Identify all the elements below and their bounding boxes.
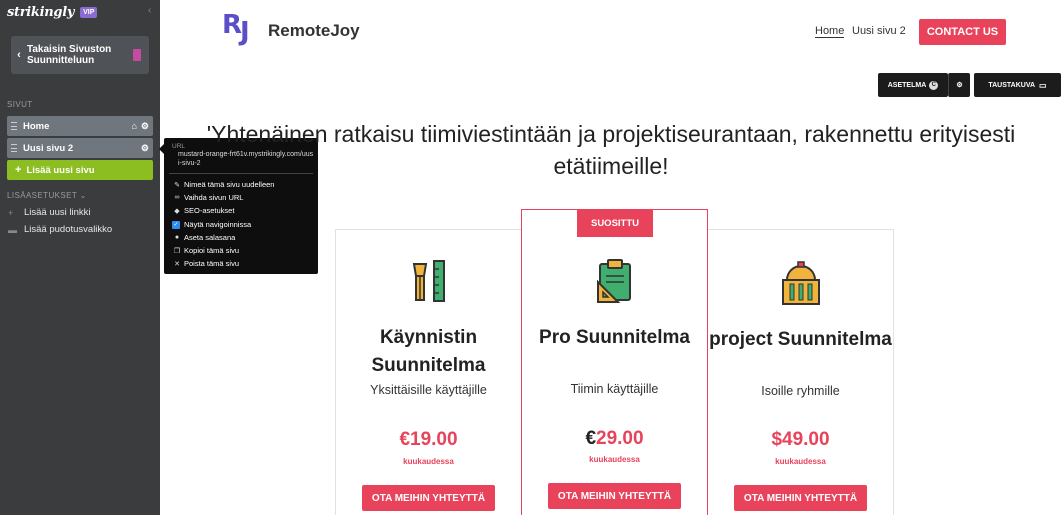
app: strikingly VIP ‹ ‹ Takaisin Sivuston Suu… (0, 0, 1061, 515)
checkbox-checked-icon[interactable]: ✓ (172, 220, 180, 229)
pricing-card-project: project Suunnitelma Isoille ryhmille $49… (707, 229, 894, 515)
menu-label: Aseta salasana (184, 233, 236, 242)
gear-icon[interactable]: ⚙ (948, 73, 970, 97)
plan-price: €29.00 (522, 428, 707, 450)
menu-item-seo[interactable]: ◆ SEO-asetukset (172, 204, 234, 217)
menu-item-duplicate[interactable]: ❐ Kopioi tämä sivu (172, 244, 239, 257)
contact-us-button[interactable]: CONTACT US (919, 19, 1006, 45)
menu-item-password[interactable]: ● Aseta salasana (172, 231, 235, 244)
contact-cta-button[interactable]: OTA MEIHIN YHTEYTTÄ (362, 485, 495, 511)
drag-handle-icon[interactable] (11, 144, 17, 152)
menu-label: Poista tämä sivu (184, 259, 240, 268)
price-amount: 29.00 (596, 428, 644, 449)
building-icon (782, 261, 820, 305)
site-header: RJ RemoteJoy Home Uusi sivu 2 CONTACT US (160, 0, 1061, 70)
plan-subtitle: Yksittäisille käyttäjille (370, 383, 487, 397)
pen-ruler-icon (412, 260, 445, 302)
price-currency: € (585, 428, 597, 449)
layout-settings-button[interactable]: ASETELMA C (878, 73, 948, 97)
chevron-left-icon: ‹ (17, 48, 21, 61)
layout-settings-label: ASETELMA (887, 81, 927, 89)
pages-section-label: SIVUT (7, 100, 33, 109)
close-icon: ✕ (174, 260, 180, 268)
site-logo-mark[interactable]: RJ (222, 10, 250, 47)
extra-settings-label[interactable]: LISÄASETUKSET ⌄ (7, 191, 87, 200)
nav-link-home[interactable]: Home (815, 25, 845, 38)
menu-label: Vaihda sivun URL (184, 193, 244, 202)
strikingly-logo: strikingly (7, 4, 75, 20)
contact-cta-button[interactable]: OTA MEIHIN YHTEYTTÄ (548, 483, 681, 509)
editor-sidebar: strikingly VIP ‹ ‹ Takaisin Sivuston Suu… (0, 0, 160, 515)
add-page-label: Lisää uusi sivu (26, 164, 95, 176)
gear-icon[interactable]: ⚙ (141, 121, 149, 132)
plan-title: project Suunnitelma (709, 329, 892, 350)
page-name: Home (23, 120, 50, 132)
add-link-button[interactable]: + Lisää uusi linkki (8, 207, 91, 218)
page-item-home[interactable]: Home ⌂ ⚙ (7, 116, 153, 136)
tag-icon: ◆ (174, 207, 180, 215)
menu-label: Näytä navigoinnissa (184, 220, 252, 229)
pencil-icon: ✎ (174, 181, 180, 189)
plan-price: €19.00 (399, 429, 458, 450)
logo-letter: R (222, 10, 242, 40)
menu-item-change-url[interactable]: ∞ Vaihda sivun URL (172, 191, 244, 204)
plan-subtitle: Isoille ryhmille (761, 384, 840, 398)
menu-item-delete[interactable]: ✕ Poista tämä sivu (172, 257, 239, 270)
plus-icon: + (15, 164, 22, 176)
brand: strikingly VIP (7, 3, 98, 21)
plan-period: kuukaudessa (589, 455, 640, 464)
back-button-label: Takaisin Sivuston Suunnitteluun (27, 44, 112, 66)
plan-title: Käynnistin Suunnitelma (371, 327, 486, 376)
add-link-label: Lisää uusi linkki (24, 207, 91, 218)
c-badge-icon: C (929, 80, 939, 90)
plan-subtitle: Tiimin käyttäjille (570, 382, 659, 396)
plan-price: $49.00 (771, 429, 830, 450)
plan-period: kuukaudessa (403, 457, 454, 466)
background-label: TAUSTAKUVA (988, 81, 1036, 89)
vip-badge: VIP (80, 6, 98, 18)
plan-title: Pro Suunnitelma (539, 327, 690, 348)
page-name: Uusi sivu 2 (23, 142, 74, 154)
add-page-button[interactable]: + Lisää uusi sivu (7, 160, 153, 180)
page-item-uusi-sivu-2[interactable]: Uusi sivu 2 ⚙ (7, 138, 153, 158)
menu-label: SEO-asetukset (184, 206, 235, 215)
chevron-left-icon[interactable]: ‹ (148, 5, 151, 16)
folder-icon: ▬ (8, 224, 17, 235)
logo-letter: J (240, 17, 250, 47)
pricing-card-pro: SUOSITTU Pro Suunnitelma Tiimin käyttäji… (521, 209, 708, 515)
link-icon: ∞ (174, 194, 180, 201)
drag-handle-icon[interactable] (11, 122, 17, 130)
back-to-design-button[interactable]: ‹ Takaisin Sivuston Suunnitteluun (11, 36, 149, 74)
url-label: URL (172, 143, 186, 150)
plus-icon: + (8, 207, 14, 218)
pricing-card-starter: Käynnistin Suunnitelma Yksittäisille käy… (335, 229, 522, 515)
clipboard-icon (597, 259, 631, 303)
site-name[interactable]: RemoteJoy (268, 21, 360, 41)
add-dropdown-label: Lisää pudotusvalikko (24, 224, 113, 235)
menu-item-show-in-nav[interactable]: ✓ Näytä navigoinnissa (172, 218, 251, 231)
popular-badge: SUOSITTU (577, 210, 653, 237)
add-dropdown-button[interactable]: ▬ Lisää pudotusvalikko (8, 224, 112, 235)
gear-icon[interactable]: ⚙ (141, 143, 149, 154)
plan-period: kuukaudessa (775, 457, 826, 466)
hero-heading: 'Yhtenäinen ratkaisu tiimiviestintään ja… (206, 121, 1016, 179)
copy-icon: ❐ (173, 247, 181, 255)
background-image-button[interactable]: TAUSTAKUVA ▭ (974, 73, 1061, 97)
nav-link-uusi-sivu-2[interactable]: Uusi sivu 2 (852, 25, 906, 37)
contact-cta-button[interactable]: OTA MEIHIN YHTEYTTÄ (734, 485, 867, 511)
site-icon (133, 49, 141, 61)
lock-icon: ● (174, 234, 180, 241)
home-icon: ⌂ (131, 121, 137, 131)
image-icon: ▭ (1039, 80, 1047, 90)
menu-label: Kopioi tämä sivu (184, 246, 240, 255)
